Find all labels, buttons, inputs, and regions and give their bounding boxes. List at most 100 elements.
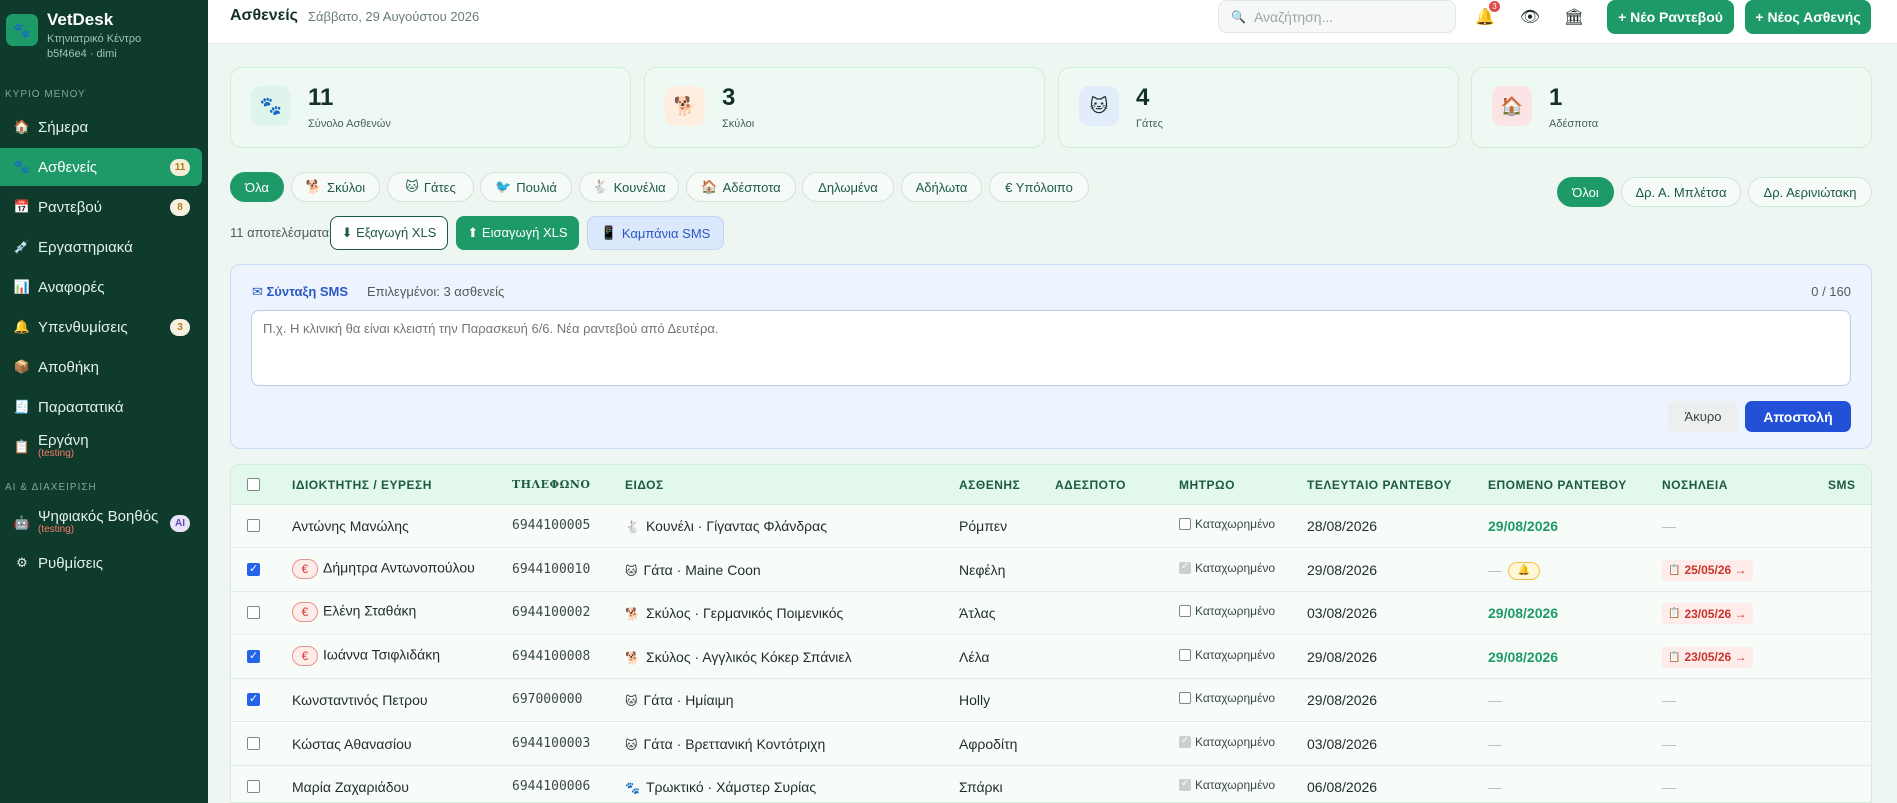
owner-cell[interactable]: € Ιωάννα Τσιφλιδάκη xyxy=(292,645,440,666)
patient-cell[interactable]: Άτλας xyxy=(959,605,996,621)
registered-checkbox[interactable] xyxy=(1179,778,1191,791)
registry-checkbox[interactable]: Καταχωρημένο xyxy=(1179,735,1275,749)
col-hospitalization[interactable]: ΝΟΣΗΛΕΙΑ xyxy=(1662,478,1728,492)
registered-checkbox[interactable] xyxy=(1179,735,1191,748)
filter-strays[interactable]: 🏠 Αδέσποτα xyxy=(686,172,796,202)
sidebar-item-assistant[interactable]: 🤖 Ψηφιακός Βοηθός (testing) AI xyxy=(0,504,202,542)
col-phone[interactable]: ΤΗΛΕΦΩΝΟ xyxy=(512,478,591,491)
eye-icon[interactable]: 👁 xyxy=(1518,5,1542,29)
select-all-checkbox[interactable] xyxy=(247,478,260,491)
patient-cell[interactable]: Αφροδίτη xyxy=(959,736,1017,752)
export-xls-button[interactable]: ⬇ Εξαγωγή XLS xyxy=(330,216,448,250)
col-sms[interactable]: SMS xyxy=(1828,478,1856,492)
col-last-appointment[interactable]: ΤΕΛΕΥΤΑΙΟ ΡΑΝΤΕΒΟΥ xyxy=(1307,478,1452,492)
sms-message-input[interactable] xyxy=(251,310,1851,386)
table-row[interactable]: Κωνσταντινός Πετρου 697000000 🐱Γάτα · Ημία… xyxy=(231,679,1871,722)
patient-cell[interactable]: Σπάρκι xyxy=(959,779,1003,795)
owner-cell[interactable]: € Ελένη Σταθάκη xyxy=(292,602,416,622)
col-species[interactable]: ΕΙΔΟΣ xyxy=(625,478,664,492)
bank-icon[interactable]: 🏛 xyxy=(1562,5,1586,29)
row-checkbox[interactable] xyxy=(247,606,260,619)
owner-cell[interactable]: Κωνσταντινός Πετρου xyxy=(292,692,428,708)
hospitalization-badge[interactable]: 📋 23/05/26 → xyxy=(1662,646,1753,668)
sms-selected: Επιλεγμένοι: 3 ασθενείς xyxy=(367,284,505,299)
owner-cell[interactable]: € Δήμητρα Αντωνοπούλου xyxy=(292,558,475,579)
sidebar-item-invoices[interactable]: 🧾 Παραστατικά xyxy=(0,388,202,426)
sidebar-item-warehouse[interactable]: 📦 Αποθήκη xyxy=(0,348,202,386)
filter-cats[interactable]: 🐱 Γάτες xyxy=(387,172,474,202)
registry-checkbox[interactable]: Καταχωρημένο xyxy=(1179,604,1275,618)
sidebar-item-ergani[interactable]: 📋 Εργάνη (testing) xyxy=(0,428,202,466)
table-row[interactable]: €Ιωάννα Τσιφλιδάκη 6944100008 🐕Σκύλος · Αγ… xyxy=(231,635,1871,679)
patient-cell[interactable]: Λέλα xyxy=(959,649,989,665)
col-next-appointment[interactable]: ΕΠΟΜΕΝΟ ΡΑΝΤΕΒΟΥ xyxy=(1488,478,1627,492)
species-cell: 🐱 Γάτα · Ημίαιμη xyxy=(625,692,734,708)
search-input[interactable]: 🔍 Αναζήτηση... xyxy=(1218,0,1456,33)
patient-cell[interactable]: Ρόμπεν xyxy=(959,518,1007,534)
phone-cell: 6944100008 xyxy=(512,648,591,664)
row-checkbox[interactable] xyxy=(247,562,260,576)
sidebar-item-appointments[interactable]: 📅 Ραντεβού 8 xyxy=(0,188,202,226)
filter-unregistered[interactable]: Αδήλωτα xyxy=(901,172,982,202)
row-checkbox[interactable] xyxy=(247,780,260,793)
registry-checkbox[interactable]: Καταχωρημένο xyxy=(1179,561,1275,575)
registered-checkbox[interactable] xyxy=(1179,692,1191,704)
filter-birds[interactable]: 🐦 Πουλιά xyxy=(480,172,572,202)
registered-checkbox[interactable] xyxy=(1179,518,1191,530)
col-registry[interactable]: ΜΗΤΡΩΟ xyxy=(1179,478,1235,492)
table-row[interactable]: Μαρία Ζαχαριάδου 6944100006 🐾 Τρωκτικό · Χά… xyxy=(231,766,1871,802)
registered-checkbox[interactable] xyxy=(1179,605,1191,617)
registry-checkbox[interactable]: Καταχωρημένο xyxy=(1179,648,1275,662)
patient-cell[interactable]: Holly xyxy=(959,692,990,708)
filter-rabbits[interactable]: 🐇 Κουνέλια xyxy=(579,172,679,202)
col-stray[interactable]: ΑΔΕΣΠΟΤΟ xyxy=(1055,478,1126,492)
table-row[interactable]: €Δήμητρα Αντωνοπούλου 6944100010 🐱Γάτα · M… xyxy=(231,548,1871,592)
col-patient[interactable]: ΑΣΘΕΝΗΣ xyxy=(959,478,1020,492)
row-checkbox[interactable] xyxy=(247,736,260,750)
patient-cell[interactable]: Νεφέλη xyxy=(959,562,1005,578)
registry-checkbox[interactable]: Καταχωρημένο xyxy=(1179,778,1275,792)
cancel-button[interactable]: Άκυρο xyxy=(1668,401,1738,432)
sidebar-item-settings[interactable]: ⚙ Ρυθμίσεις xyxy=(0,544,202,582)
sidebar-item-today[interactable]: 🏠 Σήμερα xyxy=(0,108,202,146)
owner-cell[interactable]: Κώστας Αθανασίου xyxy=(292,736,412,752)
vet-filter-aerniotaki[interactable]: Δρ. Αερινιώτακη xyxy=(1748,177,1872,207)
registered-checkbox[interactable] xyxy=(1179,561,1191,574)
row-checkbox[interactable] xyxy=(247,519,260,532)
dog-icon: 🐕 xyxy=(625,607,640,621)
vet-filter-all[interactable]: Όλοι xyxy=(1557,177,1614,207)
bell-icon[interactable]: 🔔 xyxy=(1508,561,1540,580)
registry-checkbox[interactable]: Καταχωρημένο xyxy=(1179,691,1275,705)
rodent-icon: 🐾 xyxy=(625,781,640,795)
phone-icon: 📱 xyxy=(600,225,617,240)
filter-balance[interactable]: € Υπόλοιπο xyxy=(989,172,1089,202)
new-patient-button[interactable]: + Νέος Ασθενής xyxy=(1745,0,1871,34)
filter-dogs[interactable]: 🐕 Σκύλοι xyxy=(291,172,380,202)
table-row[interactable]: € Ελένη Σταθάκη 6944100002 🐕 Σκύλος · Γερμαν… xyxy=(231,592,1871,635)
sms-campaign-button[interactable]: 📱 Καμπάνια SMS xyxy=(587,216,724,250)
hospitalization-badge[interactable]: 📋 23/05/26 → xyxy=(1662,603,1753,624)
hospitalization-badge[interactable]: 📋 25/05/26 → xyxy=(1662,559,1753,581)
filter-all[interactable]: Όλα xyxy=(230,172,284,202)
owner-cell[interactable]: Μαρία Ζαχαριάδου xyxy=(292,779,409,795)
hospitalization-cell: — xyxy=(1662,735,1676,752)
sidebar-item-reminders[interactable]: 🔔 Υπενθυμίσεις 3 xyxy=(0,308,202,346)
sidebar-item-reports[interactable]: 📊 Αναφορές xyxy=(0,268,202,306)
bell-icon[interactable]: 🔔 3 xyxy=(1473,1,1500,29)
send-sms-button[interactable]: Αποστολή xyxy=(1745,401,1851,432)
stat-card-dogs: 🐕 3 Σκύλοι xyxy=(644,67,1045,148)
vet-filter-bletsa[interactable]: Δρ. Α. Μπλέτσα xyxy=(1621,177,1741,207)
owner-cell[interactable]: Αντώνης Μανώλης xyxy=(292,518,409,534)
new-appointment-button[interactable]: + Νέο Ραντεβού xyxy=(1607,0,1734,34)
table-row[interactable]: Κώστας Αθανασίου 6944100003 🐱 Γάτα · Βρεττα… xyxy=(231,722,1871,766)
registered-checkbox[interactable] xyxy=(1179,648,1191,661)
registry-checkbox[interactable]: Καταχωρημένο xyxy=(1179,517,1275,531)
sidebar-item-lab[interactable]: 💉 Εργαστηριακά xyxy=(0,228,202,266)
row-checkbox[interactable] xyxy=(247,692,260,706)
filter-registered[interactable]: Δηλωμένα xyxy=(802,172,894,202)
sidebar-item-patients[interactable]: 🐾 Ασθενείς 11 xyxy=(0,148,202,186)
row-checkbox[interactable] xyxy=(247,649,260,663)
import-xls-button[interactable]: ⬆ Εισαγωγή XLS xyxy=(456,216,579,250)
table-row[interactable]: Αντώνης Μανώλης 6944100005 🐇 Κουνέλι · Γίγα… xyxy=(231,505,1871,548)
col-owner[interactable]: ΙΔΙΟΚΤΗΤΗΣ / ΕΥΡΕΣΗ xyxy=(292,478,432,492)
